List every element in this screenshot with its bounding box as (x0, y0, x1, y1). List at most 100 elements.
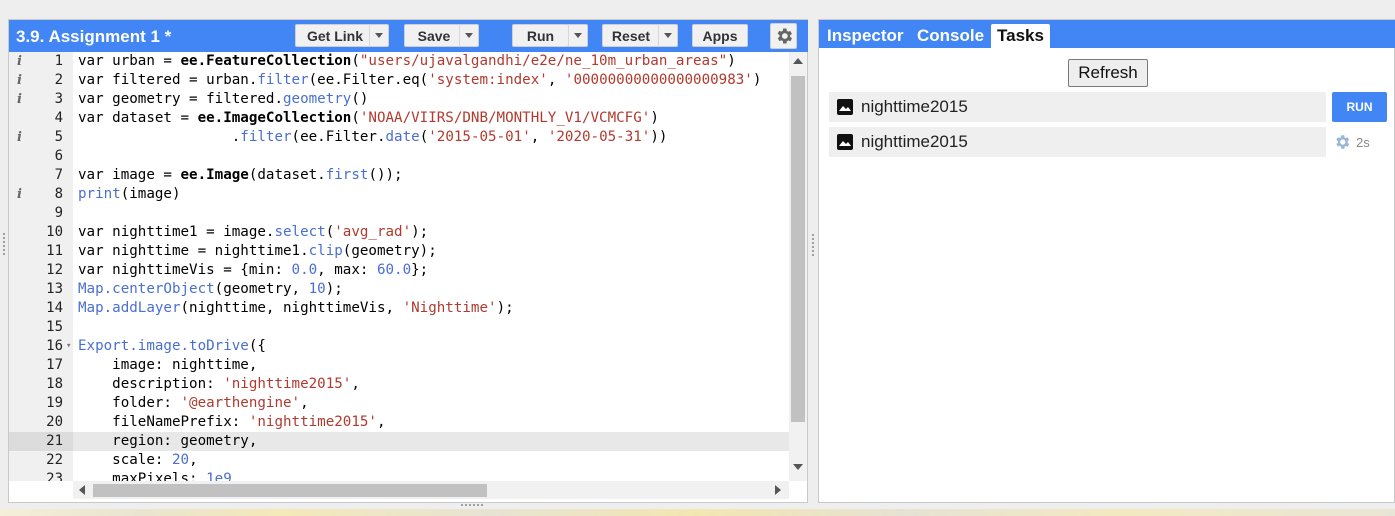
code-line[interactable]: i 1 var urban = ee.FeatureCollection("user… (9, 52, 789, 71)
grip-icon[interactable] (460, 503, 484, 507)
gear-icon (777, 28, 792, 44)
code-line[interactable]: 15 (9, 318, 789, 337)
code-text: var image = ee.Image(dataset.first()); (78, 166, 403, 185)
line-number: 6 (54, 148, 63, 164)
code-line[interactable]: 12 var nighttimeVis = {min: 0.0, max: 60.… (9, 261, 789, 280)
code-token: ); (496, 300, 514, 316)
code-token: var (78, 72, 104, 88)
run-dropdown[interactable] (568, 24, 588, 47)
code-line[interactable]: 13 Map.centerObject(geometry, 10); (9, 280, 789, 299)
code-line[interactable]: 22 scale: 20, (9, 451, 789, 470)
line-number: 9 (54, 205, 63, 221)
grip-icon[interactable] (811, 233, 815, 257)
code-token: ee.FeatureCollection (180, 53, 352, 69)
code-token: dataset = (103, 110, 198, 126)
code-line[interactable]: 19 folder: '@earthengine', (9, 394, 789, 413)
code-line[interactable]: 4 var dataset = ee.ImageCollection('NOAA/… (9, 109, 789, 128)
code-token: maxPixels: (78, 471, 207, 481)
code-line[interactable]: 18 description: 'nighttime2015', (9, 375, 789, 394)
save-dropdown[interactable] (459, 24, 479, 47)
task-row[interactable]: nighttime2015 (829, 127, 1326, 157)
line-number: 21 (46, 433, 63, 449)
settings-button[interactable] (770, 23, 797, 49)
code-token: var (78, 262, 104, 278)
code-line[interactable]: 16 ▾ Export.image.toDrive({ (9, 337, 789, 356)
run-button[interactable]: Run (512, 24, 569, 47)
line-number: 2 (54, 72, 63, 88)
info-icon[interactable]: i (17, 52, 22, 71)
code-line[interactable]: 21 region: geometry, (9, 432, 789, 451)
code-line[interactable]: i 2 var filtered = urban.filter(ee.Filter.… (9, 71, 789, 90)
vertical-scrollbar[interactable] (789, 52, 807, 481)
refresh-button[interactable]: Refresh (1068, 59, 1148, 87)
grip-icon[interactable] (2, 232, 6, 256)
code-line[interactable]: 10 var nighttime1 = image.select('avg_rad… (9, 223, 789, 242)
tab-inspector[interactable]: Inspector (821, 24, 910, 48)
code-token: () (351, 91, 369, 107)
panel-splitter-vertical[interactable] (808, 19, 818, 503)
get-link-dropdown[interactable] (369, 24, 389, 47)
code-line[interactable]: 7 var image = ee.Image(dataset.first()); (9, 166, 789, 185)
info-icon[interactable]: i (17, 71, 22, 90)
code-token: (geometry); (342, 243, 437, 259)
horizontal-scrollbar[interactable] (73, 481, 789, 499)
code-token: '2020-05-31' (547, 129, 651, 145)
horizontal-scroll-thumb[interactable] (93, 484, 487, 497)
code-token: ); (411, 224, 429, 240)
code-token: (dataset. (248, 167, 326, 183)
code-line[interactable]: 6 (9, 147, 789, 166)
chevron-down-icon (465, 33, 473, 38)
code-text: var nighttime = nighttime1.clip(geometry… (78, 242, 437, 261)
task-name: nighttime2015 (861, 132, 968, 151)
code-token: '2015-05-01' (428, 129, 531, 145)
code-token: '00000000000000000983' (564, 72, 753, 88)
line-number: 22 (46, 452, 63, 468)
code-token: var (78, 110, 104, 126)
scroll-right-icon[interactable] (775, 485, 781, 495)
tab-tasks[interactable]: Tasks (991, 24, 1050, 48)
line-number: 18 (46, 376, 63, 392)
reset-dropdown[interactable] (658, 24, 678, 47)
code-editor[interactable]: i 1 var urban = ee.FeatureCollection("user… (9, 52, 789, 481)
line-number: 23 (46, 471, 63, 481)
code-token: 60.0 (376, 262, 412, 278)
fold-toggle-icon[interactable]: ▾ (66, 337, 71, 356)
code-text: var filtered = urban.filter(ee.Filter.eq… (78, 71, 761, 90)
apps-button[interactable]: Apps (692, 24, 748, 47)
line-number: 20 (46, 414, 63, 430)
script-title: 3.9. Assignment 1 * (16, 27, 172, 46)
code-line[interactable]: 20 fileNamePrefix: 'nighttime2015', (9, 413, 789, 432)
info-icon[interactable]: i (17, 128, 22, 147)
reset-button[interactable]: Reset (602, 24, 660, 47)
scroll-left-icon[interactable] (79, 485, 85, 495)
code-line[interactable]: 23 maxPixels: 1e9 (9, 470, 789, 481)
line-number: 15 (46, 319, 63, 335)
get-link-button[interactable]: Get Link (295, 24, 375, 47)
scroll-down-icon[interactable] (793, 464, 803, 470)
task-row[interactable]: nighttime2015 (829, 92, 1326, 122)
tab-console[interactable]: Console (911, 24, 990, 48)
scroll-up-icon[interactable] (793, 58, 803, 64)
info-icon[interactable]: i (17, 185, 22, 204)
code-line[interactable]: i 3 var geometry = filtered.geometry() (9, 90, 789, 109)
save-button[interactable]: Save (404, 24, 464, 47)
earth-engine-code-editor: 3.9. Assignment 1 * Get Link Save Run Re… (0, 0, 1395, 516)
info-icon[interactable]: i (17, 90, 22, 109)
code-token: )) (650, 129, 668, 145)
code-line[interactable]: 9 (9, 204, 789, 223)
task-run-button[interactable]: RUN (1332, 92, 1387, 122)
code-token: nighttimeVis = {min: (103, 262, 292, 278)
code-text: scale: 20, (78, 451, 197, 470)
code-token: 10 (308, 281, 326, 297)
code-line[interactable]: i 5 .filter(ee.Filter.date('2015-05-01', … (9, 128, 789, 147)
code-token: (ee.Filter.eq( (308, 72, 429, 88)
code-line[interactable]: 14 Map.addLayer(nighttime, nighttimeVis, … (9, 299, 789, 318)
code-text: var nighttimeVis = {min: 0.0, max: 60.0}… (78, 261, 428, 280)
vertical-scroll-thumb[interactable] (791, 76, 805, 422)
code-line[interactable]: 17 image: nighttime, (9, 356, 789, 375)
code-line[interactable]: i 8 print(image) (9, 185, 789, 204)
code-line[interactable]: 11 var nighttime = nighttime1.clip(geomet… (9, 242, 789, 261)
map-view[interactable] (0, 509, 1395, 516)
code-token: region: geometry, (78, 433, 258, 449)
code-token: 'nighttime2015' (223, 376, 352, 392)
